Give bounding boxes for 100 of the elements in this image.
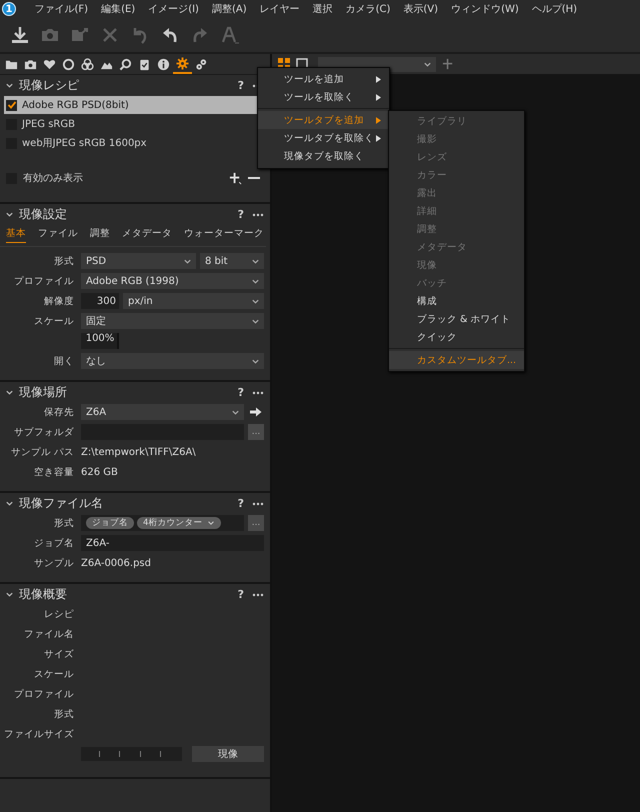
options-button[interactable]: ... bbox=[248, 515, 264, 531]
menu-item[interactable]: ブラック & ホワイト bbox=[389, 310, 524, 328]
process-button[interactable]: 現像 bbox=[192, 746, 264, 762]
field-label: プロファイル bbox=[13, 274, 74, 288]
circle-icon bbox=[62, 58, 75, 70]
token-chip[interactable]: ジョブ名 bbox=[86, 517, 134, 529]
more-icon[interactable] bbox=[252, 592, 264, 596]
menu-item[interactable]: 現像タブを取除く bbox=[258, 147, 389, 165]
menu-item[interactable]: イメージ(I) bbox=[142, 2, 206, 16]
menu-item[interactable]: 調整(A) bbox=[205, 2, 254, 16]
settings-icon bbox=[176, 56, 189, 70]
app-logo[interactable]: 1 bbox=[2, 2, 16, 16]
field-label: スケール bbox=[33, 314, 74, 328]
menu-item[interactable]: レイヤー bbox=[253, 2, 306, 16]
help-button[interactable]: ? bbox=[238, 79, 244, 92]
chevron-icon[interactable] bbox=[5, 81, 14, 90]
field-label: スケール bbox=[33, 668, 74, 682]
dropdown[interactable]: なし bbox=[81, 353, 264, 369]
recipe-item[interactable]: Adobe RGB PSD(8bit) bbox=[4, 96, 258, 114]
recipe-item[interactable]: web用JPEG sRGB 1600px bbox=[4, 134, 258, 152]
download-icon[interactable] bbox=[10, 25, 30, 45]
add-icon[interactable] bbox=[229, 172, 242, 184]
bit-depth-select[interactable]: 8 bit bbox=[200, 253, 264, 269]
number-field[interactable]: 300 bbox=[81, 293, 119, 309]
menu-item[interactable]: ウィンドウ(W) bbox=[444, 2, 526, 16]
menu-item[interactable]: 表示(V) bbox=[396, 2, 445, 16]
field-label: サンプル bbox=[33, 556, 74, 570]
menu-item[interactable]: ツールタブを追加 bbox=[258, 111, 389, 129]
section-title: 現像ファイル名 bbox=[19, 495, 104, 512]
field-label: ファイル名 bbox=[23, 628, 74, 642]
section-title: 現像レシピ bbox=[19, 77, 80, 94]
help-button[interactable]: ? bbox=[238, 208, 244, 221]
field-label: 形式 bbox=[53, 516, 74, 530]
menu-item[interactable]: ファイル(F) bbox=[28, 2, 95, 16]
search-icon bbox=[119, 58, 132, 70]
section-title: 現像概要 bbox=[19, 586, 68, 603]
menu-item[interactable]: ツールタブを取除く bbox=[258, 129, 389, 147]
format-select[interactable]: PSD bbox=[81, 253, 196, 269]
checkbox[interactable] bbox=[6, 100, 17, 110]
field-label: プロファイル bbox=[13, 688, 74, 702]
submenu-arrow-icon bbox=[376, 76, 381, 82]
menu-item[interactable]: 構成 bbox=[389, 292, 524, 310]
value-text: 626 GB bbox=[81, 466, 118, 478]
info-icon bbox=[157, 58, 170, 70]
field-label: 形式 bbox=[53, 254, 74, 268]
recipe-item[interactable]: JPEG sRGB bbox=[4, 115, 258, 133]
more-icon[interactable] bbox=[252, 212, 264, 216]
more-icon[interactable] bbox=[252, 390, 264, 394]
field-label: 空き容量 bbox=[33, 466, 74, 480]
menu-item[interactable]: クイック bbox=[389, 328, 524, 346]
menu-item[interactable]: 編集(E) bbox=[94, 2, 142, 16]
chevron-icon[interactable] bbox=[5, 590, 14, 599]
arrow-right-icon[interactable] bbox=[250, 407, 262, 417]
dropdown[interactable]: Z6A bbox=[81, 404, 244, 420]
field-label: ファイルサイズ bbox=[3, 728, 74, 742]
dropdown[interactable]: Adobe RGB (1998) bbox=[81, 273, 264, 289]
help-button[interactable]: ? bbox=[238, 588, 244, 601]
clipboard-check-icon bbox=[138, 58, 151, 70]
field-label: 形式 bbox=[53, 708, 74, 722]
menu-item[interactable]: ツールを取除く bbox=[258, 88, 389, 106]
input-field[interactable]: Z6A- bbox=[81, 535, 264, 551]
tab[interactable]: メタデータ bbox=[122, 227, 172, 243]
field-label: サブフォルダ bbox=[13, 426, 74, 440]
field-label: 解像度 bbox=[43, 294, 74, 308]
menu-item[interactable]: 選択 bbox=[306, 2, 340, 16]
field-label: レシピ bbox=[43, 608, 74, 622]
number-field[interactable]: 100% bbox=[81, 333, 119, 349]
help-button[interactable]: ? bbox=[238, 497, 244, 510]
caret-icon bbox=[207, 519, 216, 527]
field-label: 保存先 bbox=[43, 406, 74, 420]
submenu-arrow-icon bbox=[376, 94, 381, 100]
browse-button[interactable]: ... bbox=[248, 424, 264, 440]
submenu-arrow-icon bbox=[376, 116, 381, 124]
value-text: Z6A-0006.psd bbox=[81, 558, 151, 568]
gears-icon bbox=[195, 58, 208, 70]
dropdown[interactable]: 固定 bbox=[81, 313, 264, 329]
tab[interactable]: ウォーターマーク bbox=[184, 227, 264, 243]
color-circles-icon bbox=[81, 58, 94, 70]
token-chip[interactable]: 4桁カウンター bbox=[137, 517, 222, 529]
heart-icon bbox=[43, 58, 56, 70]
field-label: 開く bbox=[53, 354, 74, 368]
menu-item[interactable]: ツールを追加 bbox=[258, 70, 389, 88]
submenu-arrow-icon bbox=[376, 134, 381, 142]
camera-icon bbox=[24, 58, 37, 70]
menu-item[interactable]: カメラ(C) bbox=[339, 2, 397, 16]
value-text: Z:\tempwork\TIFF\Z6A\ bbox=[81, 446, 196, 458]
help-button[interactable]: ? bbox=[238, 386, 244, 399]
tab[interactable]: 調整 bbox=[90, 227, 110, 243]
chevron-icon[interactable] bbox=[5, 388, 14, 397]
menu-item[interactable]: カスタムツールタブ... bbox=[389, 351, 524, 369]
tab[interactable]: ファイル bbox=[38, 227, 78, 243]
checkbox-label: 有効のみ表示 bbox=[23, 172, 84, 185]
more-icon[interactable] bbox=[252, 502, 264, 506]
chevron-icon[interactable] bbox=[5, 210, 14, 219]
field-label: サイズ bbox=[43, 648, 74, 662]
unit-select[interactable]: px/in bbox=[123, 293, 264, 309]
menu-item[interactable]: ヘルプ(H) bbox=[525, 2, 584, 16]
chevron-icon[interactable] bbox=[5, 499, 14, 508]
tab[interactable]: 基本 bbox=[6, 227, 26, 243]
field-label: ジョブ名 bbox=[33, 536, 74, 550]
